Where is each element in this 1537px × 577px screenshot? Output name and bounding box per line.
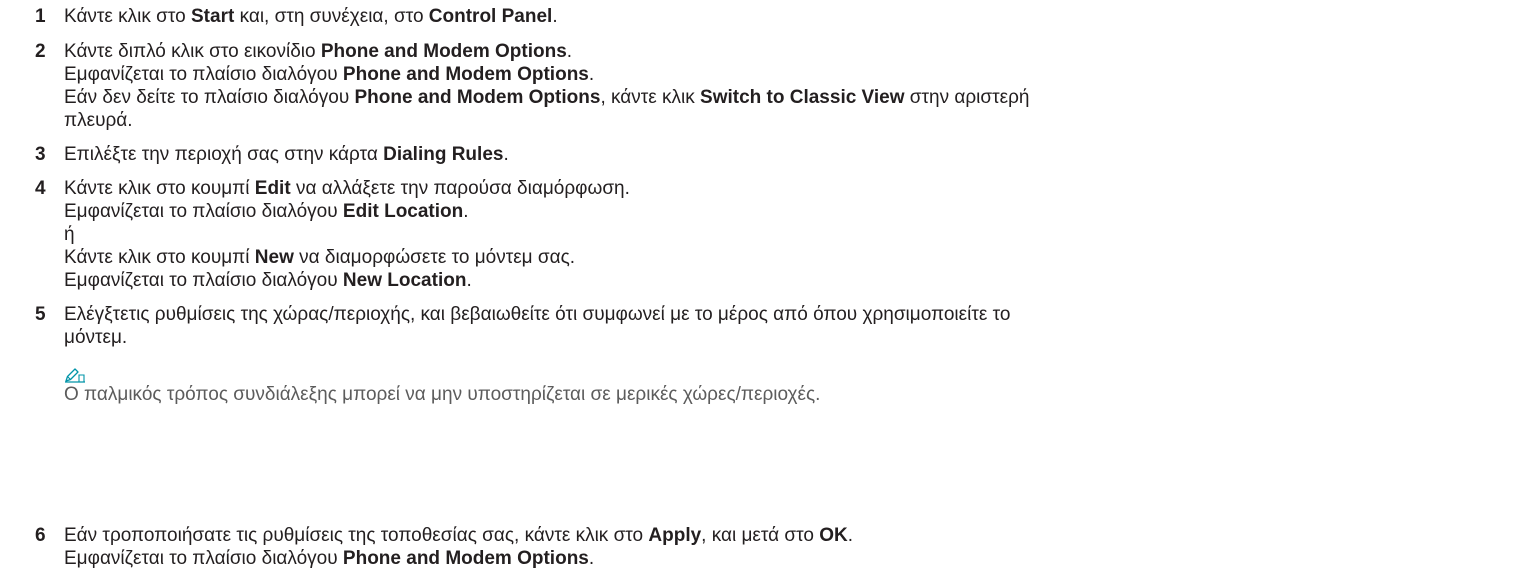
step-body: Κάντε διπλό κλικ στο εικονίδιο Phone and… (64, 40, 1524, 132)
ui-term: New Location (342, 270, 467, 291)
step-body: Κάντε κλικ στο κουμπί Edit να αλλάξετε τ… (64, 177, 1524, 292)
step-number: 4 (35, 178, 46, 199)
step-line: Εμφανίζεται το πλαίσιο διαλόγου Edit Loc… (64, 201, 469, 222)
step-line: Κάντε κλικ στο κουμπί New να διαμορφώσετ… (64, 247, 576, 268)
ui-term: Edit Location (342, 201, 464, 222)
step-number: 3 (35, 144, 46, 165)
ui-term: Phone and Modem Options (342, 64, 589, 85)
note-text: Ο παλμικός τρόπος συνδιάλεξης μπορεί να … (64, 384, 821, 405)
step-line: Εάν τροποποιήσατε τις ρυθμίσεις της τοπο… (64, 525, 853, 546)
ui-term: Dialing Rules (383, 144, 504, 165)
step-line: μόντεμ. (64, 327, 128, 348)
step-body: Επιλέξτε την περιοχή σας στην κάρτα Dial… (64, 143, 1524, 166)
ui-term: Control Panel (428, 6, 553, 27)
step-line: Κάντε διπλό κλικ στο εικονίδιο Phone and… (64, 41, 573, 62)
step-body: Εάν τροποποιήσατε τις ρυθμίσεις της τοπο… (64, 524, 1524, 570)
step-body: Κάντε κλικ στο Start και, στη συνέχεια, … (64, 5, 1524, 28)
ui-term: OK (819, 525, 848, 546)
step-line: Εάν δεν δείτε το πλαίσιο διαλόγου Phone … (64, 87, 1030, 108)
step-number: 5 (35, 304, 46, 325)
step-number: 2 (35, 41, 46, 62)
ui-term: Phone and Modem Options (342, 548, 589, 569)
step-line: Εμφανίζεται το πλαίσιο διαλόγου New Loca… (64, 270, 472, 291)
step-line: Ελέγξτετις ρυθμίσεις της χώρας/περιοχής,… (64, 304, 1011, 325)
document-page: 1 Κάντε κλικ στο Start και, στη συνέχεια… (0, 0, 1537, 577)
step-line: Εμφανίζεται το πλαίσιο διαλόγου Phone an… (64, 548, 595, 569)
step-line: πλευρά. (64, 110, 133, 131)
step-line: ή (64, 224, 75, 245)
ui-term: Phone and Modem Options (320, 41, 567, 62)
step-line: Εμφανίζεται το πλαίσιο διαλόγου Phone an… (64, 64, 595, 85)
step-line: Κάντε κλικ στο κουμπί Edit να αλλάξετε τ… (64, 178, 630, 199)
step-number: 6 (35, 525, 46, 546)
step-body: Ελέγξτετις ρυθμίσεις της χώρας/περιοχής,… (64, 303, 1524, 406)
ui-term: New (254, 247, 294, 268)
ui-term: Start (191, 6, 235, 27)
note-pencil-icon (65, 368, 85, 383)
step-line: Επιλέξτε την περιοχή σας στην κάρτα Dial… (64, 144, 509, 165)
step-line: Κάντε κλικ στο Start και, στη συνέχεια, … (64, 6, 558, 27)
step-number: 1 (35, 6, 46, 27)
ui-term: Edit (254, 178, 291, 199)
ui-term: Apply (648, 525, 702, 546)
ui-term: Phone and Modem Options (354, 87, 601, 108)
ui-term: Switch to Classic View (700, 87, 905, 108)
